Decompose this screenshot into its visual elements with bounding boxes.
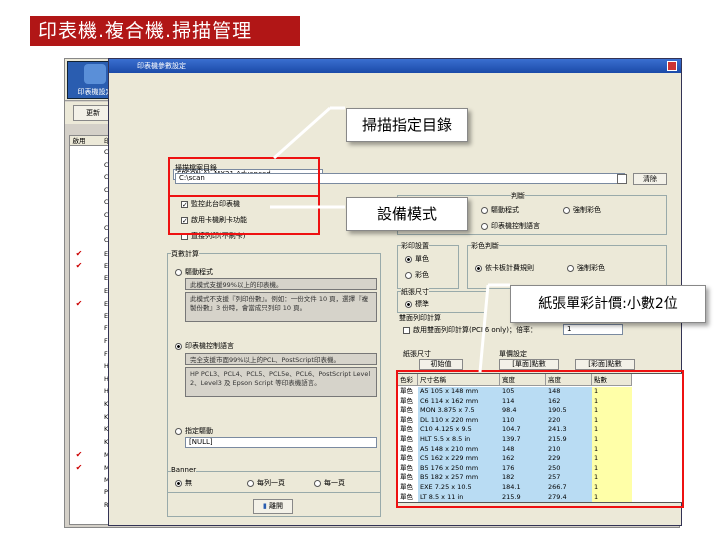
- scan-dir-callout: 掃描指定目錄: [346, 108, 468, 142]
- scan-dir-pointer: [273, 106, 331, 160]
- price-pointer-down: [478, 284, 490, 373]
- paper-price-callout: 紙張單彩計價:小數2位: [510, 285, 706, 323]
- device-mode-callout: 設備模式: [346, 197, 468, 231]
- annotation-lines: [270, 106, 510, 373]
